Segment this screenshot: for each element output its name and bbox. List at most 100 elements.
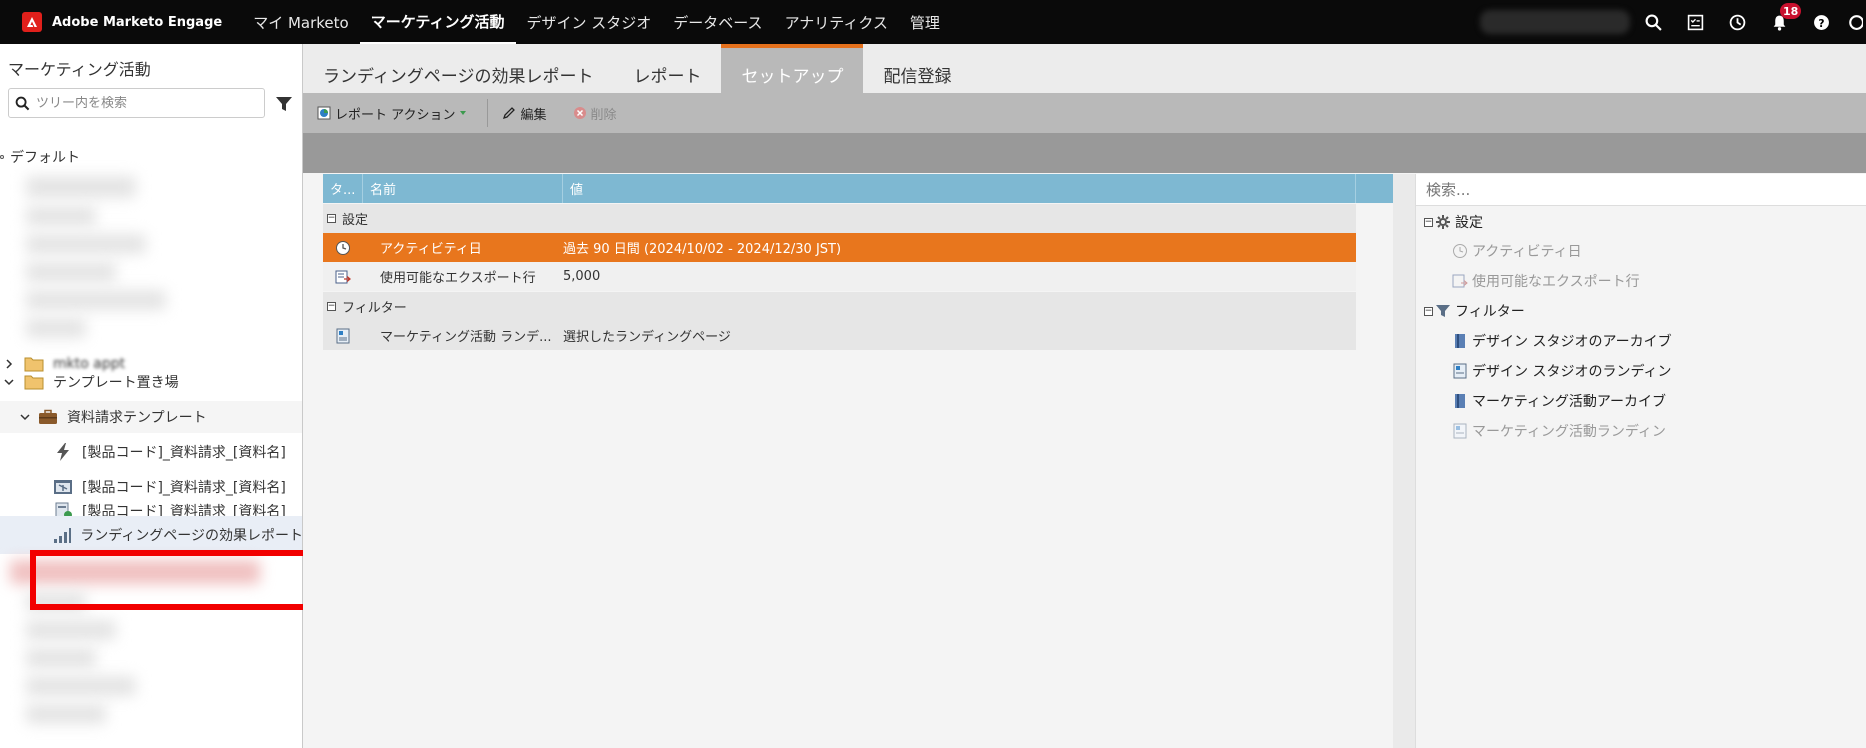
clock-icon <box>336 240 350 255</box>
more-menu-icon[interactable] <box>1842 0 1866 44</box>
notification-badge: 18 <box>1780 3 1802 19</box>
landing-page-icon <box>1453 363 1467 379</box>
tree-asset-label: [製品コード]_資料請求_[資料名] <box>82 445 286 461</box>
filters-panel: − 設定 アクティビティ日 使用可能なエクスポート行 − フィルター デザイン … <box>1393 174 1866 748</box>
delete-button[interactable]: 削除 <box>573 93 629 133</box>
nav-analytics[interactable]: アナリティクス <box>774 0 899 44</box>
setup-grid: タ... 名前 値 − 設定 アクティビティ日 過去 90 日間 (2024/1… <box>323 174 1393 748</box>
report-actions-icon <box>317 106 331 120</box>
settings-item[interactable]: アクティビティ日 <box>1452 237 1582 265</box>
tree-program-label: 資料請求テンプレート <box>67 410 207 426</box>
delete-icon <box>573 107 586 119</box>
svg-text:?: ? <box>1818 16 1824 29</box>
tree-folder-default[interactable]: デフォルト <box>0 141 302 173</box>
collapse-icon[interactable]: − <box>327 302 336 311</box>
grid-cell-name: マーケティング活動 ランデ... <box>380 330 552 345</box>
edit-label: 編集 <box>520 107 547 123</box>
landing-page-icon <box>336 328 350 343</box>
settings-tree-node[interactable]: − 設定 <box>1424 208 1483 236</box>
email-icon <box>52 477 74 497</box>
nav-admin[interactable]: 管理 <box>899 0 951 44</box>
grid-group-label: フィルター <box>342 301 407 316</box>
pencil-icon <box>503 107 516 120</box>
grid-row-activity-date[interactable]: アクティビティ日 過去 90 日間 (2024/10/02 - 2024/12/… <box>323 233 1356 262</box>
tree-folder-templates-label: テンプレート置き場 <box>53 375 179 391</box>
nav-my-marketo[interactable]: マイ Marketo <box>242 0 360 44</box>
settings-item[interactable]: 使用可能なエクスポート行 <box>1452 267 1640 295</box>
filters-label: フィルター <box>1455 304 1525 320</box>
report-actions-label: レポート アクション <box>335 107 456 123</box>
brand-name: Adobe Marketo Engage <box>52 14 223 30</box>
filter-item[interactable]: デザイン スタジオのアーカイブ <box>1452 327 1672 355</box>
top-navigation-bar: Adobe Marketo Engage マイ Marketo マーケティング活… <box>0 0 1866 44</box>
filter-item[interactable]: デザイン スタジオのランディン <box>1452 357 1671 385</box>
collapse-icon[interactable]: − <box>1424 217 1433 227</box>
filter-item[interactable]: マーケティング活動アーカイブ <box>1452 387 1666 415</box>
edit-button[interactable]: 編集 <box>502 93 558 133</box>
column-name-header[interactable]: 名前 <box>363 174 563 203</box>
search-icon[interactable] <box>1632 0 1674 44</box>
collapse-icon[interactable]: − <box>1424 306 1433 316</box>
tree-asset-label: [製品コード]_資料請求_[資料名] <box>82 480 286 496</box>
filter-item[interactable]: マーケティング活動ランディン <box>1452 417 1666 445</box>
toolbar-subbar <box>303 133 1866 173</box>
tree-folder-templates[interactable]: テンプレート置き場 <box>0 366 302 398</box>
tab-bar: ランディングページの効果レポート レポート セットアップ 配信登録 <box>303 44 1866 93</box>
tree-program-request[interactable]: 資料請求テンプレート <box>0 401 302 433</box>
column-value-header[interactable]: 値 <box>563 174 1356 203</box>
grid-cell-value: 過去 90 日間 (2024/10/02 - 2024/12/30 JST) <box>563 242 842 257</box>
grid-row-export-rows[interactable]: 使用可能なエクスポート行 5,000 <box>323 262 1356 291</box>
tab-report-name[interactable]: ランディングページの効果レポート <box>303 44 613 93</box>
report-chart-icon <box>52 525 72 545</box>
nav-design-studio[interactable]: デザイン スタジオ <box>516 0 663 44</box>
grid-header: タ... 名前 値 <box>323 174 1393 203</box>
briefcase-icon <box>37 407 59 427</box>
nav-marketing-activities[interactable]: マーケティング活動 <box>359 0 516 44</box>
clock-icon[interactable] <box>1716 0 1758 44</box>
grid-cell-value: 5,000 <box>563 269 601 284</box>
tree-search-input[interactable] <box>36 95 246 111</box>
brand[interactable]: Adobe Marketo Engage <box>0 0 242 44</box>
filters-search-field[interactable] <box>1416 174 1866 206</box>
toolbar: レポート アクション 編集 削除 <box>303 93 1866 133</box>
grid-group-settings[interactable]: − 設定 <box>323 204 1356 233</box>
archive-icon <box>1455 394 1465 408</box>
checklist-icon[interactable] <box>1674 0 1716 44</box>
grid-cell-value: 選択したランディングページ <box>563 330 731 345</box>
tab-report[interactable]: レポート <box>613 44 721 93</box>
filter-icon[interactable] <box>274 94 294 114</box>
dropdown-arrow-icon <box>460 111 467 115</box>
folder-icon <box>23 372 45 392</box>
grid-cell-name: 使用可能なエクスポート行 <box>380 271 536 286</box>
bell-icon[interactable]: 18 <box>1758 0 1802 44</box>
export-icon <box>335 270 351 283</box>
search-icon <box>15 96 30 110</box>
grid-group-label: 設定 <box>342 213 369 228</box>
main-content: ランディングページの効果レポート レポート セットアップ 配信登録 レポート ア… <box>303 44 1866 748</box>
tree-search-field[interactable] <box>8 88 265 118</box>
settings-label: 設定 <box>1455 215 1483 231</box>
user-workspace-selector[interactable] <box>1480 10 1630 34</box>
clock-icon <box>1453 244 1467 258</box>
gear-icon <box>1436 215 1450 229</box>
collapse-icon[interactable]: − <box>327 214 336 223</box>
column-type-header[interactable]: タ... <box>323 174 363 203</box>
tree-asset-report[interactable]: ランディングページの効果レポート <box>0 516 302 554</box>
help-icon[interactable]: ? <box>1800 0 1842 44</box>
landing-page-icon <box>1453 423 1467 439</box>
sidebar-title: マーケティング活動 <box>8 60 151 79</box>
filter-funnel-icon <box>1436 305 1450 317</box>
delete-label: 削除 <box>590 107 617 123</box>
tree-asset-campaign[interactable]: [製品コード]_資料請求_[資料名] <box>0 436 302 468</box>
tree-folder-default-label: デフォルト <box>10 150 80 166</box>
nav-database[interactable]: データベース <box>662 0 773 44</box>
tab-subscriptions[interactable]: 配信登録 <box>863 44 971 93</box>
grid-group-filters[interactable]: − フィルター <box>323 292 1356 321</box>
grid-row-lp-filter[interactable]: マーケティング活動 ランデ... 選択したランディングページ <box>323 321 1356 350</box>
filters-search-input[interactable] <box>1426 180 1826 199</box>
report-actions-button[interactable]: レポート アクション <box>317 93 483 133</box>
archive-icon <box>1455 334 1465 348</box>
filters-tree-node[interactable]: − フィルター <box>1424 297 1525 325</box>
smart-campaign-bolt-icon <box>52 442 74 462</box>
tab-setup[interactable]: セットアップ <box>721 44 864 93</box>
